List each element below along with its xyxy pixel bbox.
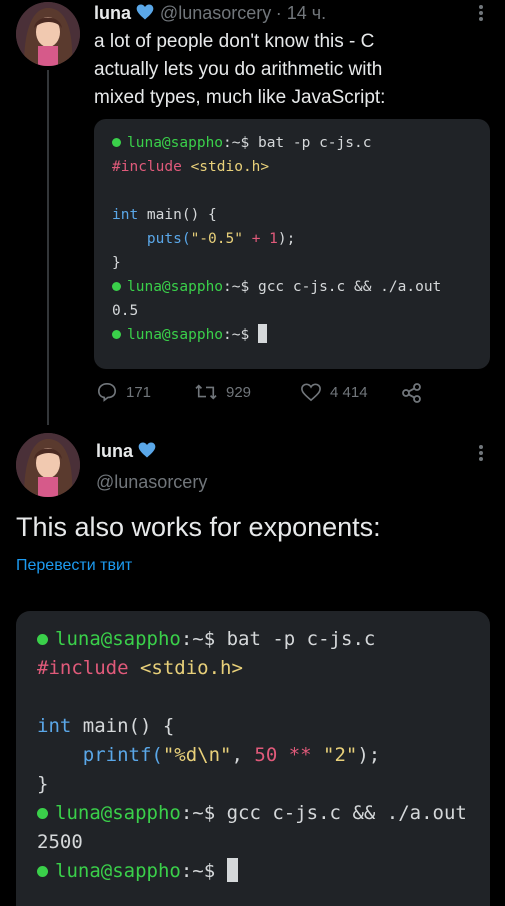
prompt-path: :~$ xyxy=(223,279,250,295)
prompt-user: luna@sappho xyxy=(127,279,224,295)
code-number: 1 xyxy=(269,231,278,247)
terminal-line: puts("-0.5" + 1); xyxy=(112,227,441,251)
retweet-button[interactable]: 929 xyxy=(194,382,251,402)
terminal-line: } xyxy=(112,255,121,271)
terminal-output: 0.5 xyxy=(112,303,139,319)
prompt-dot-icon xyxy=(112,138,121,147)
code-text: main() { xyxy=(138,207,217,223)
avatar[interactable] xyxy=(16,2,80,66)
code-type: int xyxy=(37,715,72,737)
terminal-line: printf("%d\n", 50 ** "2"); xyxy=(37,741,467,770)
retweet-count: 929 xyxy=(226,383,252,401)
prompt-dot-icon xyxy=(112,282,121,291)
terminal-line: luna@sappho:~$ xyxy=(37,857,467,886)
terminal-line: luna@sappho:~$ gcc c-js.c && ./a.out xyxy=(37,799,467,828)
more-vertical-icon[interactable] xyxy=(476,444,486,462)
more-vertical-icon[interactable] xyxy=(476,4,486,22)
code-text: ); xyxy=(357,744,381,766)
terminal-image-1[interactable]: luna@sappho:~$ bat -p c-js.c #include <s… xyxy=(94,119,490,369)
tweet-text-line: mixed types, much like JavaScript: xyxy=(94,87,386,108)
share-icon xyxy=(402,383,421,403)
terminal-cursor xyxy=(226,858,238,882)
prompt-path: :~$ xyxy=(180,802,216,824)
author-name[interactable]: luna xyxy=(96,441,133,461)
terminal-line: int main() { xyxy=(112,203,441,227)
author-handle[interactable]: @lunasorcery xyxy=(160,3,271,23)
prompt-user: luna@sappho xyxy=(127,135,224,151)
tweet1-text: a lot of people don't know this - C actu… xyxy=(94,28,494,112)
prompt-path: :~$ xyxy=(223,135,250,151)
terminal-line: luna@sappho:~$ bat -p c-js.c xyxy=(112,131,441,155)
tweet1-actions: 171 929 4 414 xyxy=(96,382,426,406)
tweet-text-line: actually lets you do arithmetic with xyxy=(94,59,383,80)
reply-count: 171 xyxy=(126,383,152,401)
terminal-line: #include <stdio.h> xyxy=(112,155,441,179)
prompt-path: :~$ xyxy=(223,327,250,343)
code-operator: + xyxy=(242,231,270,247)
prompt-dot-icon xyxy=(37,808,48,819)
prompt-user: luna@sappho xyxy=(55,860,181,882)
verified-heart-icon xyxy=(137,4,154,20)
terminal-image-2[interactable]: luna@sappho:~$ bat -p c-js.c #include <s… xyxy=(16,611,490,906)
code-operator: ** xyxy=(277,744,324,766)
avatar-illustration xyxy=(16,433,80,497)
code-number: 50 xyxy=(254,744,278,766)
code-keyword: #include xyxy=(37,657,129,679)
share-button[interactable] xyxy=(401,382,423,408)
retweet-icon xyxy=(195,384,217,400)
tweet-text-line: a lot of people don't know this - C xyxy=(94,31,375,52)
terminal-output: 2500 xyxy=(37,831,83,853)
author-name[interactable]: luna xyxy=(94,3,131,23)
prompt-dot-icon xyxy=(37,866,48,877)
prompt-dot-icon xyxy=(37,634,48,645)
avatar-illustration xyxy=(16,2,80,66)
code-function: puts( xyxy=(112,231,191,247)
command: bat -p c-js.c xyxy=(249,135,372,151)
prompt-dot-icon xyxy=(112,330,121,339)
reply-button[interactable]: 171 xyxy=(96,382,151,402)
code-string: "2" xyxy=(323,744,358,766)
prompt-user: luna@sappho xyxy=(55,802,181,824)
code-header: <stdio.h> xyxy=(181,159,270,175)
terminal-cursor xyxy=(257,324,267,343)
code-text: , xyxy=(231,744,255,766)
like-button[interactable]: 4 414 xyxy=(300,382,368,402)
tweet2-text: This also works for exponents: xyxy=(16,512,381,542)
code-type: int xyxy=(112,207,139,223)
prompt-path: :~$ xyxy=(180,860,216,882)
terminal-line: #include <stdio.h> xyxy=(37,654,467,683)
code-keyword: #include xyxy=(112,159,182,175)
avatar[interactable] xyxy=(16,433,80,497)
terminal-line: int main() { xyxy=(37,712,467,741)
prompt-path: :~$ xyxy=(180,628,216,650)
code-string: "-0.5" xyxy=(190,231,243,247)
like-icon xyxy=(301,383,321,402)
terminal-line: luna@sappho:~$ bat -p c-js.c xyxy=(37,625,467,654)
code-function: printf( xyxy=(37,744,163,766)
tweet-time[interactable]: · 14 ч. xyxy=(276,3,326,23)
command: gcc c-js.c && ./a.out xyxy=(249,279,442,295)
like-count: 4 414 xyxy=(330,383,368,401)
prompt-user: luna@sappho xyxy=(55,628,181,650)
terminal-line: luna@sappho:~$ xyxy=(112,323,441,347)
translate-link[interactable]: Перевести твит xyxy=(16,557,132,575)
reply-icon xyxy=(97,382,117,402)
author-handle[interactable]: @lunasorcery xyxy=(96,472,207,493)
tweet1-header: luna @lunasorcery · 14 ч. xyxy=(94,2,326,26)
command: bat -p c-js.c xyxy=(215,628,376,650)
prompt-user: luna@sappho xyxy=(127,327,224,343)
code-header: <stdio.h> xyxy=(128,657,243,679)
command: gcc c-js.c && ./a.out xyxy=(215,802,467,824)
terminal-line: luna@sappho:~$ gcc c-js.c && ./a.out xyxy=(112,275,441,299)
code-text: main() { xyxy=(71,715,175,737)
code-string: "%d\n" xyxy=(162,744,232,766)
terminal-line: } xyxy=(37,773,49,795)
verified-heart-icon xyxy=(139,442,156,458)
tweet2-header: luna xyxy=(96,440,157,462)
code-text: ); xyxy=(277,231,296,247)
thread-line xyxy=(47,70,49,425)
